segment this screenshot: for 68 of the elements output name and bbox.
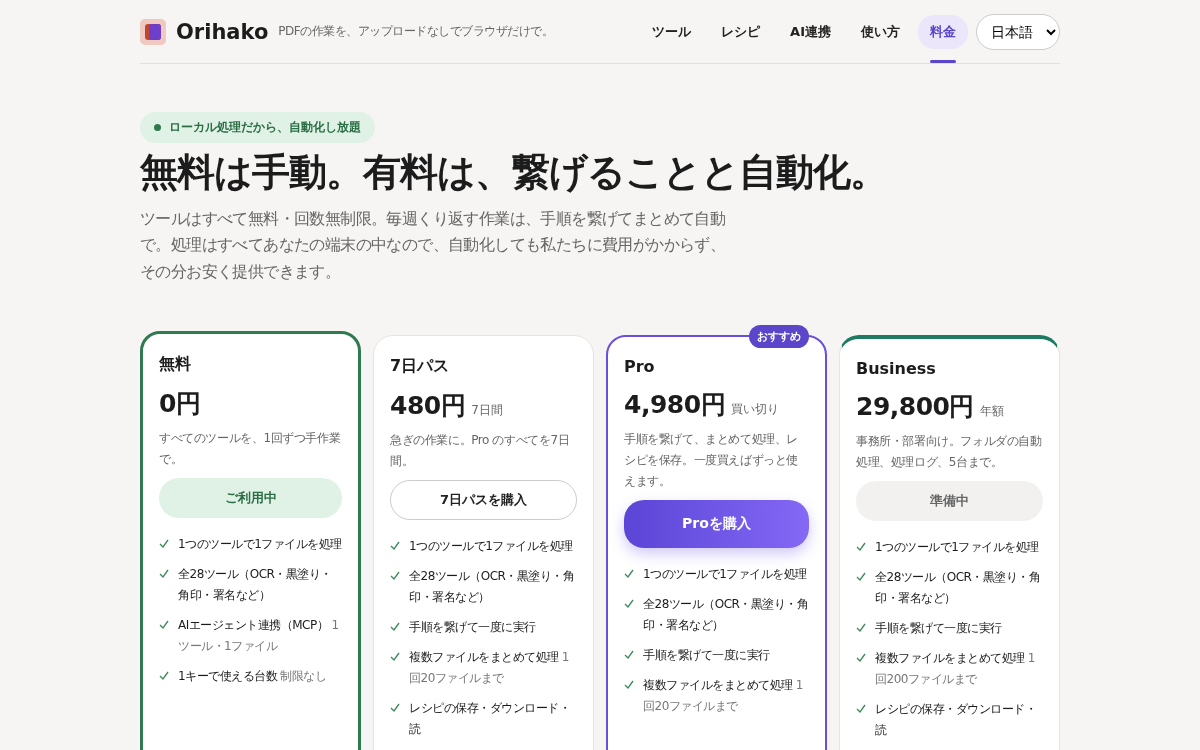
lead-text: ツールはすべて無料・回数無制限。毎週くり返す作業は、手順を繋げてまとめて自動で。処理はすべてあなたの端末の中なので、自動化しても私たちに費用がかからず、その分お安く提供できます。 (140, 209, 727, 283)
feature-text: 1つのツールで1ファイルを処理 (875, 539, 1039, 557)
check-icon (856, 572, 866, 583)
feature-text: 複数ファイルをまとめて処理 1回20ファイルまで (643, 677, 804, 716)
page-title: 無料は手動。有料は、繋げることと自動化。 (140, 149, 888, 196)
nav-link[interactable]: レシピ (709, 14, 773, 49)
check-icon (856, 623, 866, 634)
feature-text: 手順を繋げて一度に実行 (643, 647, 770, 665)
plan-button[interactable]: 7日パスを購入 (390, 480, 577, 521)
check-icon (390, 652, 400, 663)
check-icon (624, 599, 634, 610)
feature-text: 全28ツール（OCR・黒塗り・角印・署名など） (409, 568, 576, 607)
nav-link[interactable]: 使い方 (849, 14, 912, 49)
recommended-badge: おすすめ (749, 325, 809, 349)
check-icon (159, 539, 169, 550)
check-icon (624, 650, 634, 661)
price-period: 年額 (980, 403, 1004, 421)
logo-icon (140, 18, 166, 45)
dot-icon (154, 124, 161, 131)
feature-text: 全28ツール（OCR・黒塗り・角印・署名など） (643, 596, 809, 635)
check-icon (856, 653, 866, 664)
nav-link[interactable]: AI連携 (778, 14, 843, 49)
badge-text: ローカル処理だから、自動化し放題 (169, 119, 361, 136)
check-icon (390, 703, 400, 714)
plan-description: すべてのツールを、1回ずつ手作業で。 (159, 430, 342, 469)
check-icon (856, 704, 866, 715)
feature-text: 1つのツールで1ファイルを処理 (643, 566, 807, 584)
check-icon (159, 620, 169, 631)
price-period: 7日間 (471, 402, 503, 420)
feature-text: AIエージェント連携（MCP） 1ツール・1ファイル (178, 617, 340, 656)
check-icon (624, 680, 634, 691)
feature-text: レシピの保存・ダウンロード・読 (875, 701, 1037, 740)
plan-name: 無料 (159, 354, 192, 376)
check-icon (159, 671, 169, 682)
plan-price: 29,800円 (856, 391, 974, 424)
check-icon (159, 569, 169, 580)
check-icon (390, 622, 400, 633)
check-icon (856, 542, 866, 553)
plan-button[interactable]: Proを購入 (624, 500, 809, 549)
brand-name[interactable]: Orihako (176, 19, 269, 44)
feature-text: 手順を繋げて一度に実行 (409, 619, 536, 637)
check-icon (390, 541, 400, 552)
feature-text: 1キーで使える台数 制限なし (178, 668, 327, 686)
plan-button[interactable]: ご利用中 (159, 478, 342, 519)
feature-text: レシピの保存・ダウンロード・読 (409, 700, 571, 739)
plan-description: 急ぎの作業に。Pro のすべてを7日間。 (390, 432, 571, 471)
plan-price: 4,980円 (624, 389, 726, 422)
check-icon (390, 571, 400, 582)
plan-price: 480円 (390, 390, 466, 423)
feature-text: 1つのツールで1ファイルを処理 (178, 536, 342, 554)
plan-description: 事務所・部署向け。フォルダの自動処理、処理ログ、5台まで。 (856, 433, 1043, 472)
plan-name: Pro (624, 357, 656, 377)
feature-text: 1つのツールで1ファイルを処理 (409, 538, 573, 556)
plan-name: Business (856, 359, 937, 379)
price-period: 買い切り (731, 401, 780, 419)
nav-link[interactable]: ツール (640, 14, 704, 49)
feature-text: 全28ツール（OCR・黒塗り・角印・署名など） (875, 569, 1042, 608)
plan-description: 手順を繋げて、まとめて処理、レシピを保存。一度買えばずっと使えます。 (624, 431, 799, 491)
feature-text: 複数ファイルをまとめて処理 1回20ファイルまで (409, 649, 570, 688)
language-select[interactable]: 日本語 (976, 13, 1060, 50)
feature-text: 複数ファイルをまとめて処理 1回200ファイルまで (875, 650, 1036, 689)
plan-name: 7日パス (390, 356, 451, 378)
plan-price: 0円 (159, 388, 201, 421)
tagline: PDFの作業を、アップロードなしでブラウザだけで。 (278, 23, 555, 40)
feature-text: 全28ツール（OCR・黒塗り・角印・署名など） (178, 566, 333, 605)
check-icon (624, 569, 634, 580)
active-indicator (930, 59, 956, 63)
feature-text: 手順を繋げて一度に実行 (875, 620, 1002, 638)
